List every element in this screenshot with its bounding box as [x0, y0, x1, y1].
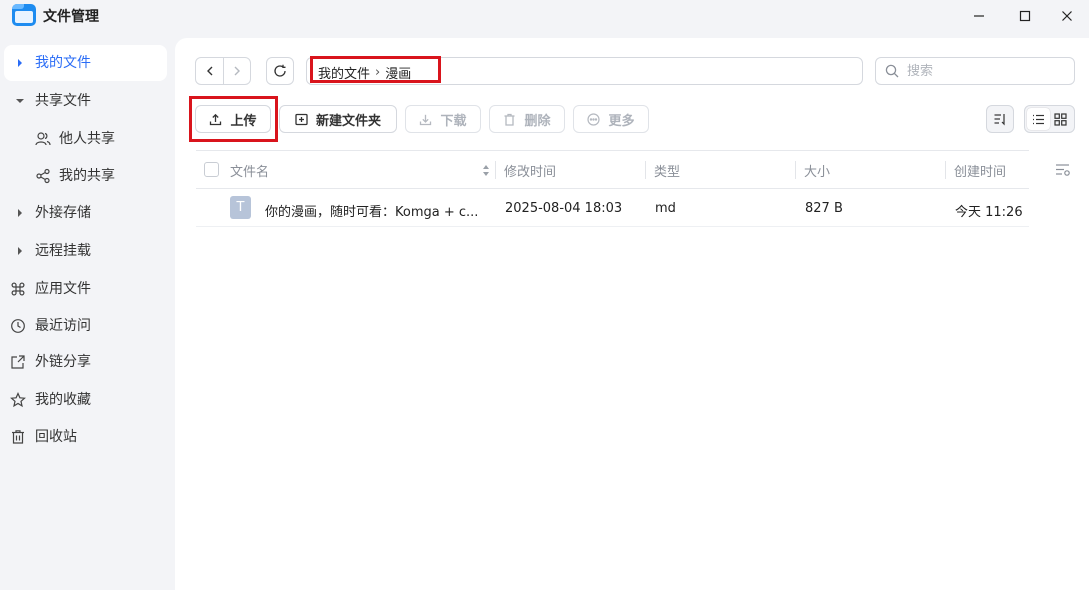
column-divider[interactable]	[945, 161, 946, 179]
file-name[interactable]: 你的漫画，随时可看：Komga + c...	[265, 201, 478, 220]
download-label: 下载	[440, 113, 467, 129]
path-highlight-box	[310, 56, 441, 83]
chevron-right-icon	[234, 66, 240, 76]
new-folder-icon	[295, 113, 308, 125]
trash-icon	[10, 429, 26, 445]
sidebar-item-remote-mount[interactable]: 远程挂载	[4, 233, 167, 269]
new-folder-label: 新建文件夹	[315, 113, 381, 129]
delete-button[interactable]: 删除	[489, 105, 565, 133]
sidebar: 我的文件 共享文件 他人共享 我的共享 外接存储 远程挂载 应用文件 最近访问 …	[0, 38, 175, 590]
more-label: 更多	[608, 113, 635, 129]
grid-view-icon	[1054, 112, 1067, 126]
sidebar-item-label: 我的共享	[59, 168, 115, 184]
delete-icon	[504, 113, 515, 126]
more-button[interactable]: 更多	[573, 105, 649, 133]
table-header: 文件名 修改时间 类型 大小 创建时间	[196, 150, 1029, 189]
file-modified: 2025-08-04 18:03	[505, 201, 623, 216]
list-view-icon	[1032, 114, 1044, 124]
star-icon	[10, 392, 26, 408]
close-button[interactable]	[1044, 0, 1089, 32]
refresh-icon	[274, 64, 286, 77]
app-logo-icon	[12, 4, 36, 26]
table-row[interactable]: T 你的漫画，随时可看：Komga + c... 2025-08-04 18:0…	[196, 189, 1029, 227]
window-title: 文件管理	[43, 9, 99, 25]
sidebar-item-label: 我的收藏	[35, 392, 91, 408]
more-icon	[587, 112, 601, 126]
external-share-icon	[10, 354, 26, 370]
grid-view-button[interactable]	[1050, 108, 1073, 130]
search-box	[875, 57, 1075, 85]
sidebar-item-shared-with-me[interactable]: 他人共享	[4, 121, 167, 157]
file-type: md	[655, 201, 676, 216]
sidebar-item-recent[interactable]: 最近访问	[4, 308, 167, 344]
main-panel: 我的文件 › 漫画 上传 新建文件夹 下载 删除 更多	[175, 38, 1089, 590]
sidebar-item-my-files[interactable]: 我的文件	[4, 45, 167, 81]
forward-button[interactable]	[223, 58, 250, 84]
sidebar-item-label: 共享文件	[35, 93, 91, 109]
column-header-modified[interactable]: 修改时间	[504, 161, 556, 180]
file-created: 今天 11:26	[955, 205, 1023, 220]
caret-right-icon	[13, 56, 27, 70]
column-header-type[interactable]: 类型	[654, 161, 680, 180]
sidebar-item-label: 远程挂载	[35, 243, 91, 259]
minimize-icon	[974, 15, 984, 17]
sidebar-item-favorites[interactable]: 我的收藏	[4, 382, 167, 418]
view-toggle	[1024, 105, 1075, 133]
column-header-created[interactable]: 创建时间	[954, 161, 1006, 180]
sidebar-item-label: 最近访问	[35, 318, 91, 334]
select-all-checkbox[interactable]	[204, 162, 219, 177]
column-divider[interactable]	[645, 161, 646, 179]
command-icon	[10, 281, 26, 297]
sort-button[interactable]	[986, 105, 1014, 133]
sidebar-item-my-shares[interactable]: 我的共享	[4, 158, 167, 194]
search-icon	[885, 64, 899, 78]
sidebar-item-label: 我的文件	[35, 55, 91, 71]
delete-label: 删除	[524, 113, 551, 129]
column-header-name[interactable]: 文件名	[230, 161, 269, 180]
sidebar-item-external-share[interactable]: 外链分享	[4, 344, 167, 380]
title-bar: 文件管理	[0, 0, 1089, 32]
maximize-icon	[1019, 10, 1031, 22]
back-button[interactable]	[196, 58, 223, 84]
caret-down-icon	[13, 94, 27, 108]
sidebar-item-label: 应用文件	[35, 281, 91, 297]
sidebar-item-label: 外接存储	[35, 205, 91, 221]
refresh-button[interactable]	[266, 57, 294, 85]
share-icon	[35, 168, 51, 184]
download-button[interactable]: 下载	[405, 105, 481, 133]
text-file-icon: T	[230, 196, 251, 219]
sort-arrows-icon[interactable]	[482, 164, 490, 177]
sidebar-item-external-storage[interactable]: 外接存储	[4, 195, 167, 231]
sidebar-item-label: 回收站	[35, 429, 77, 445]
history-nav	[195, 57, 251, 85]
sidebar-item-shared-files[interactable]: 共享文件	[4, 83, 167, 119]
sidebar-item-label: 外链分享	[35, 354, 91, 370]
column-header-size[interactable]: 大小	[804, 161, 830, 180]
file-size: 827 B	[805, 201, 843, 216]
upload-highlight-box	[189, 96, 278, 142]
column-divider[interactable]	[795, 161, 796, 179]
caret-right-icon	[13, 206, 27, 220]
sort-icon	[994, 114, 1005, 126]
download-icon	[420, 114, 432, 125]
minimize-button[interactable]	[956, 0, 1002, 32]
column-divider[interactable]	[495, 161, 496, 179]
caret-right-icon	[13, 244, 27, 258]
sidebar-item-recycle-bin[interactable]: 回收站	[4, 419, 167, 455]
maximize-button[interactable]	[1002, 0, 1048, 32]
sidebar-item-label: 他人共享	[59, 131, 115, 147]
users-icon	[35, 131, 51, 147]
column-settings-icon[interactable]	[1055, 163, 1071, 177]
file-icon-letter: T	[236, 200, 245, 215]
clock-icon	[10, 318, 26, 334]
chevron-left-icon	[206, 66, 212, 76]
close-icon	[1062, 11, 1072, 21]
sidebar-item-app-files[interactable]: 应用文件	[4, 271, 167, 307]
new-folder-button[interactable]: 新建文件夹	[279, 105, 397, 133]
search-input[interactable]	[907, 62, 1067, 80]
list-view-button[interactable]	[1027, 108, 1050, 130]
